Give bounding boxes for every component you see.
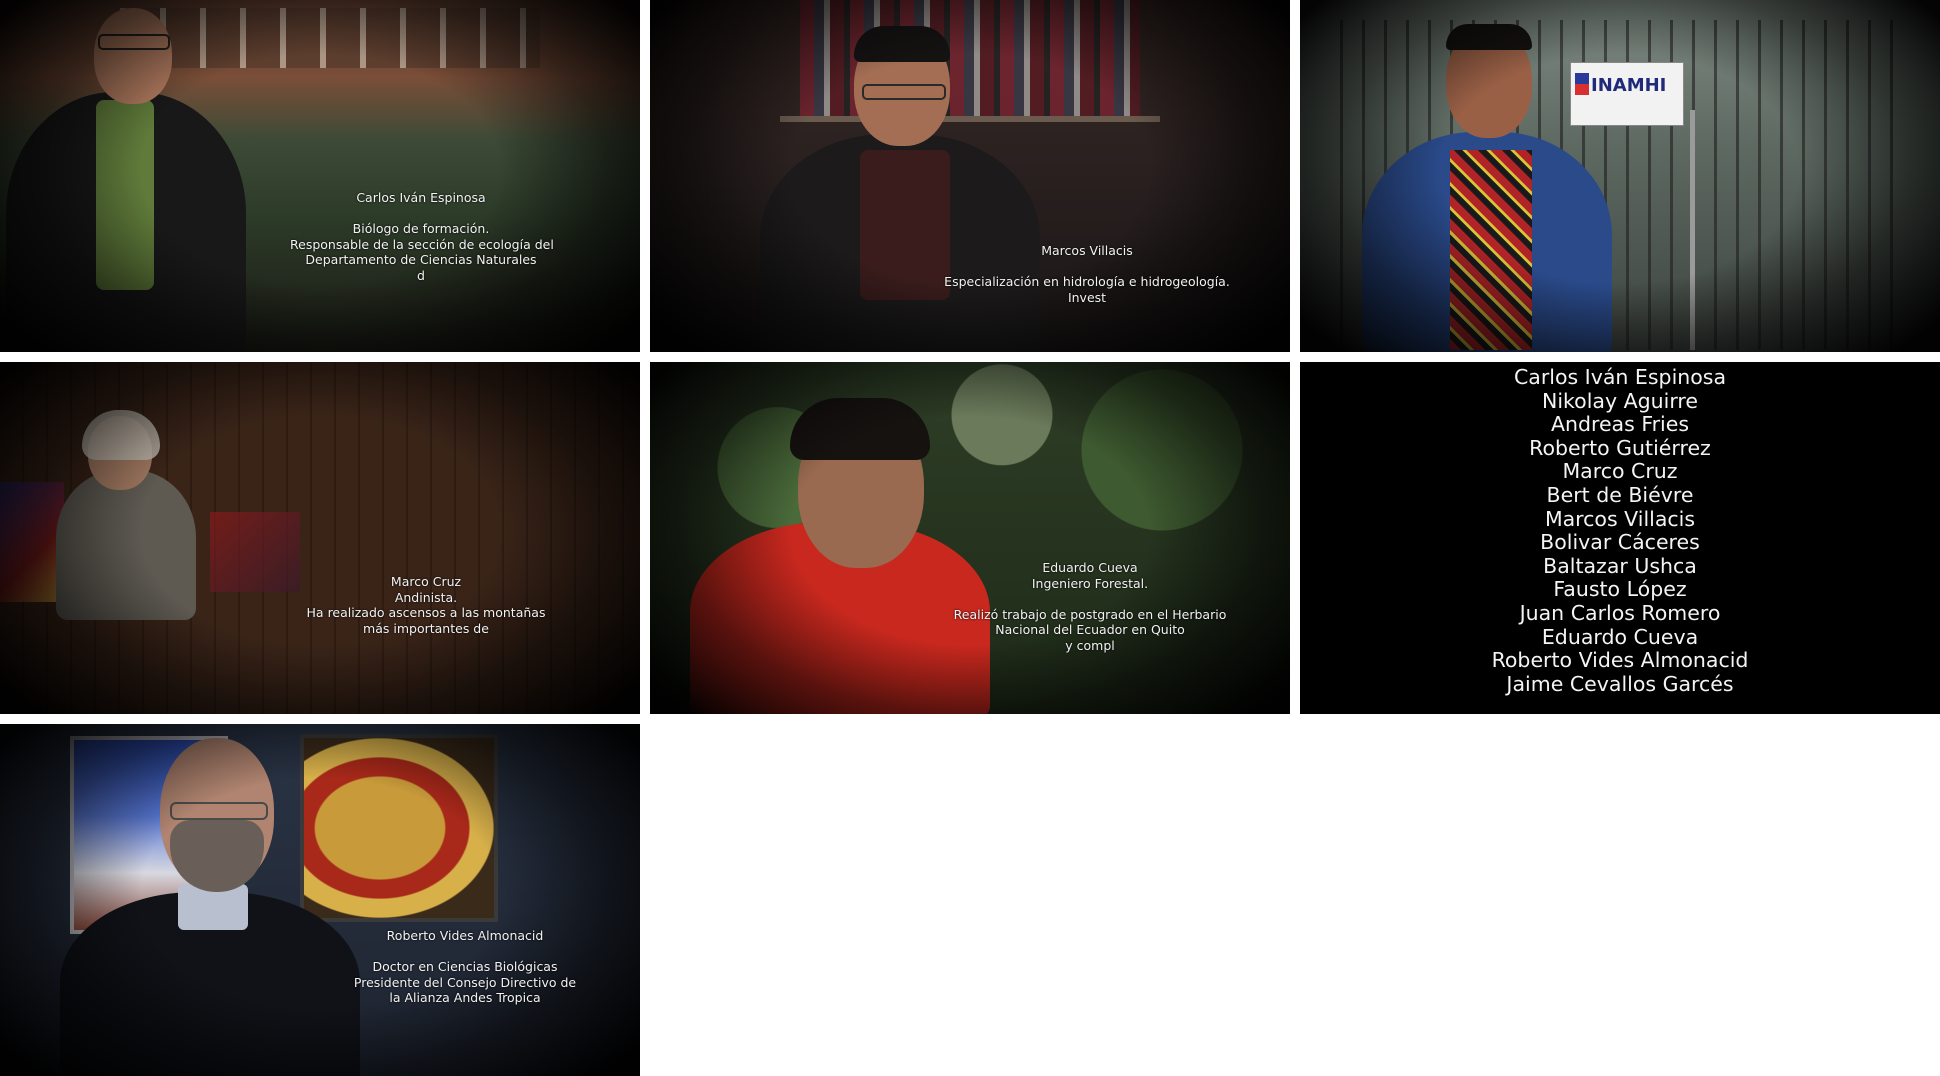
person-name: Carlos Iván Espinosa	[356, 190, 486, 205]
caption: Marcos Villacis Especialización en hidro…	[922, 243, 1252, 305]
caption: Marco Cruz Andinista. Ha realizado ascen…	[296, 574, 556, 636]
caption: Carlos Iván Espinosa Biólogo de formació…	[290, 190, 554, 284]
credit-name: Marco Cruz	[1562, 459, 1678, 484]
credit-name: Juan Carlos Romero	[1519, 600, 1721, 625]
glasses	[170, 802, 268, 820]
video-frame-eduardo-cueva: Eduardo Cueva Ingeniero Forestal. Realiz…	[650, 362, 1290, 714]
video-frame-inamhi: INAMHI	[1300, 0, 1940, 352]
caption-line: Especialización en hidrología e hidrogeo…	[944, 274, 1230, 290]
glasses	[862, 84, 946, 100]
building-windows	[120, 8, 540, 68]
glasses	[98, 34, 170, 50]
inamhi-sign-text: INAMHI	[1591, 75, 1667, 96]
painting-right	[300, 734, 498, 922]
person-name: Roberto Vides Almonacid	[386, 928, 544, 943]
shelf-board	[780, 116, 1160, 122]
credit-name: Baltazar Ushca	[1543, 553, 1697, 578]
hair	[1446, 24, 1532, 50]
caption-line: más importantes de	[363, 620, 489, 636]
person-head	[94, 8, 172, 104]
credit-name: Andreas Fries	[1550, 412, 1690, 437]
caption-line: y compl	[1065, 637, 1115, 653]
video-frame-roberto-vides-almonacid: Roberto Vides Almonacid Doctor en Cienci…	[0, 724, 640, 1076]
video-frame-marco-cruz: Marco Cruz Andinista. Ha realizado ascen…	[0, 362, 640, 714]
caption-line: la Alianza Andes Tropica	[389, 990, 541, 1006]
video-frame-marcos-villacis: Marcos Villacis Especialización en hidro…	[650, 0, 1290, 352]
inamhi-logo-mark	[1575, 73, 1589, 95]
caption-line: d	[417, 267, 425, 283]
credit-name: Bert de Biévre	[1546, 482, 1694, 507]
person-name: Eduardo Cueva	[1042, 560, 1138, 575]
caption-line: Departamento de Ciencias Naturales	[305, 252, 537, 268]
caption-line: Ha realizado ascensos a las montañas	[306, 605, 546, 621]
caption-line: Nacional del Ecuador en Quito	[995, 622, 1185, 638]
video-frame-carlos-ivan-espinosa: Carlos Iván Espinosa Biólogo de formació…	[0, 0, 640, 352]
credit-name: Carlos Iván Espinosa	[1513, 365, 1727, 389]
caption-line: Doctor en Ciencias Biológicas	[372, 959, 558, 975]
credit-name: Fausto López	[1553, 577, 1687, 602]
person-title: Ingeniero Forestal.	[1031, 575, 1149, 591]
caption-line: Presidente del Consejo Directivo de	[353, 974, 577, 990]
credit-name: Marcos Villacis	[1544, 506, 1696, 531]
red-sweater	[1450, 150, 1532, 350]
credits-list: Carlos Iván Espinosa Nikolay Aguirre And…	[1300, 365, 1940, 696]
credit-name: Nikolay Aguirre	[1541, 388, 1698, 413]
person-name: Marco Cruz	[390, 574, 462, 589]
credit-name: Eduardo Cueva	[1541, 624, 1699, 649]
hair	[790, 398, 930, 460]
caption: Roberto Vides Almonacid Doctor en Cienci…	[330, 928, 600, 1006]
bookshelf	[800, 0, 1140, 120]
credit-name: Roberto Gutiérrez	[1529, 435, 1711, 460]
cushion	[0, 482, 64, 602]
caption-line: Biólogo de formación.	[352, 221, 490, 237]
credit-name: Roberto Vides Almonacid	[1491, 648, 1749, 673]
cushion-right	[210, 512, 300, 592]
caption-line: Invest	[1067, 289, 1107, 305]
caption-line: Responsable de la sección de ecología de…	[290, 236, 554, 252]
credits-frame: Carlos Iván Espinosa Nikolay Aguirre And…	[1300, 362, 1940, 714]
caption-line: Andinista.	[394, 589, 458, 605]
credit-name: Bolivar Cáceres	[1540, 530, 1700, 555]
hair	[854, 26, 950, 62]
credit-name: Jaime Cevallos Garcés	[1506, 671, 1734, 696]
person-name: Marcos Villacis	[1041, 243, 1133, 258]
inamhi-sign: INAMHI	[1570, 62, 1684, 126]
grey-sweater	[56, 470, 196, 620]
green-shirt	[96, 100, 154, 290]
caption: Eduardo Cueva Ingeniero Forestal. Realiz…	[940, 560, 1240, 654]
caption-line: Realizó trabajo de postgrado en el Herba…	[953, 606, 1227, 622]
sign-post	[1690, 110, 1695, 350]
